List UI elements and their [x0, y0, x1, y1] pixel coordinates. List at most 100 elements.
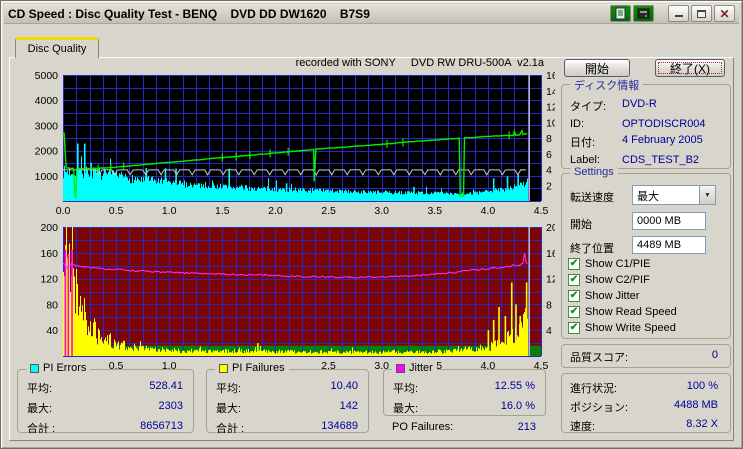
disc-info-title: ディスク情報	[570, 77, 644, 93]
stat-value: 528.41	[149, 380, 183, 392]
checkbox-show-c1-pie[interactable]: ✔ Show C1/PIE	[568, 258, 650, 270]
progress-value: 100 %	[686, 380, 718, 392]
svg-text:2.5: 2.5	[321, 205, 336, 217]
stat-label: 平均:	[393, 383, 419, 395]
disc-info-value: OPTODISCR004	[622, 118, 706, 130]
disc-info-label: 日付:	[570, 137, 596, 149]
checkmark-icon: ✔	[568, 290, 580, 302]
checkbox-show-read-speed[interactable]: ✔ Show Read Speed	[568, 306, 677, 318]
pi-errors-swatch-icon	[30, 363, 39, 373]
stat-label: 合計 :	[216, 423, 245, 435]
transfer-speed-value: 最大	[637, 191, 659, 203]
speed-label: 速度:	[570, 421, 596, 433]
svg-text:12: 12	[546, 102, 555, 114]
svg-text:14: 14	[546, 86, 555, 98]
svg-text:3000: 3000	[35, 120, 59, 132]
report-icon	[615, 7, 626, 20]
pi-failures-legend: PI Failures	[215, 362, 289, 374]
svg-text:2000: 2000	[35, 146, 59, 158]
svg-text:200: 200	[40, 222, 58, 234]
svg-text:0.5: 0.5	[109, 205, 124, 217]
stat-row: 最大: 2303	[18, 400, 193, 416]
jitter-legend-label: Jitter	[409, 362, 433, 374]
close-button[interactable]: ✕	[714, 5, 735, 22]
po-failures-value: 213	[517, 421, 536, 433]
svg-text:4: 4	[546, 165, 552, 177]
stat-row: 合計 : 8656713	[18, 420, 193, 436]
stat-value: 8656713	[140, 420, 183, 432]
chevron-down-icon: ▼	[704, 191, 711, 199]
checkmark-icon: ✔	[568, 322, 580, 334]
disc-drive-icon	[637, 8, 650, 19]
checkmark-icon: ✔	[568, 258, 580, 270]
pi-errors-legend-label: PI Errors	[43, 362, 87, 374]
quality-score-label: 品質スコア:	[570, 352, 629, 364]
svg-text:2.0: 2.0	[268, 205, 283, 217]
stat-value: 2303	[158, 400, 183, 412]
po-failures-row: PO Failures: 213	[383, 421, 546, 433]
stat-value: 142	[339, 400, 358, 412]
svg-text:4000: 4000	[35, 95, 59, 107]
start-position-label: 開始	[570, 219, 592, 231]
progress-box: 進行状況: 100 % ポジション: 4488 MB 速度: 8.32 X	[561, 373, 731, 433]
svg-text:3.0: 3.0	[374, 205, 389, 217]
transfer-speed-select[interactable]: 最大 ▼	[632, 185, 716, 205]
progress-label: 進行状況:	[570, 383, 618, 395]
app-window: CD Speed : Disc Quality Test - BENQ DVD …	[0, 0, 743, 449]
disc-info-value: CDS_TEST_B2	[622, 154, 700, 166]
checkbox-show-jitter[interactable]: ✔ Show Jitter	[568, 290, 639, 302]
pi-failures-jitter-chart: 4080120160200481216200.00.51.01.52.02.53…	[40, 222, 555, 371]
maximize-icon	[697, 9, 706, 18]
disc-info-group: ディスク情報 タイプ: DVD-R ID: OPTODISCR004 日付: 4 Fe…	[561, 77, 731, 169]
po-failures-label: PO Failures:	[392, 421, 454, 433]
checkbox-label: Show C2/PIF	[585, 274, 650, 286]
svg-text:1.5: 1.5	[215, 205, 230, 217]
stop-button[interactable]: 終了(X)	[655, 59, 725, 77]
svg-text:120: 120	[40, 274, 58, 286]
report-button[interactable]	[610, 5, 631, 22]
stat-row: 最大: 16.0 %	[384, 400, 545, 416]
disc-drive-button[interactable]	[633, 5, 654, 22]
disc-info-row: Label: CDS_TEST_B2	[562, 154, 730, 166]
start-button[interactable]: 開始	[564, 59, 630, 77]
tab-disc-quality[interactable]: Disc Quality	[15, 37, 99, 58]
svg-text:160: 160	[40, 248, 58, 260]
position-value: 4488 MB	[673, 399, 718, 411]
quality-score-box: 品質スコア: 0	[561, 344, 731, 368]
svg-text:20: 20	[546, 222, 555, 234]
stat-label: 合計 :	[27, 423, 56, 435]
checkbox-show-write-speed[interactable]: ✔ Show Write Speed	[568, 322, 676, 334]
start-position-field[interactable]: 0000 MB	[632, 212, 706, 230]
close-icon: ✕	[719, 6, 730, 21]
checkbox-show-c2-pif[interactable]: ✔ Show C2/PIF	[568, 274, 650, 286]
end-position-field[interactable]: 4489 MB	[632, 236, 706, 254]
disc-info-label: タイプ:	[570, 101, 607, 113]
svg-text:16: 16	[546, 248, 555, 260]
svg-text:40: 40	[46, 325, 58, 337]
svg-text:6: 6	[546, 149, 552, 161]
pi-failures-statbox: PI Failures 平均: 10.40 最大: 142 合計 : 134689	[206, 362, 369, 435]
jitter-statbox: Jitter 平均: 12.55 % 最大: 16.0 %	[383, 362, 546, 416]
checkbox-label: Show Read Speed	[585, 306, 677, 318]
disc-info-value: DVD-R	[622, 98, 657, 110]
stat-row: 最大: 142	[207, 400, 368, 416]
stat-row: 平均: 12.55 %	[384, 380, 545, 396]
disc-info-row: 日付: 4 February 2005	[562, 134, 730, 150]
stat-row: 平均: 10.40	[207, 380, 368, 396]
pi-errors-speed-chart: 1000 2000 3000 4000 5000 2 4 6 8 10 12 14 16 0.0 0.5 1.…	[35, 70, 555, 217]
svg-text:10: 10	[546, 117, 555, 129]
title-bar[interactable]: CD Speed : Disc Quality Test - BENQ DVD …	[4, 4, 739, 24]
minimize-button[interactable]	[668, 5, 689, 22]
svg-text:8: 8	[546, 133, 552, 145]
svg-text:5000: 5000	[35, 70, 59, 82]
position-label: ポジション:	[570, 402, 629, 414]
maximize-button[interactable]	[691, 5, 712, 22]
progress-row: 進行状況: 100 %	[562, 380, 730, 396]
checkbox-label: Show C1/PIE	[585, 258, 651, 270]
speed-row: 速度: 8.32 X	[562, 418, 730, 434]
svg-text:16: 16	[546, 70, 555, 82]
svg-text:0.0: 0.0	[56, 205, 71, 217]
stat-row: 平均: 528.41	[18, 380, 193, 396]
tab-label: Disc Quality	[27, 43, 87, 55]
combo-arrow-button[interactable]: ▼	[699, 186, 715, 204]
